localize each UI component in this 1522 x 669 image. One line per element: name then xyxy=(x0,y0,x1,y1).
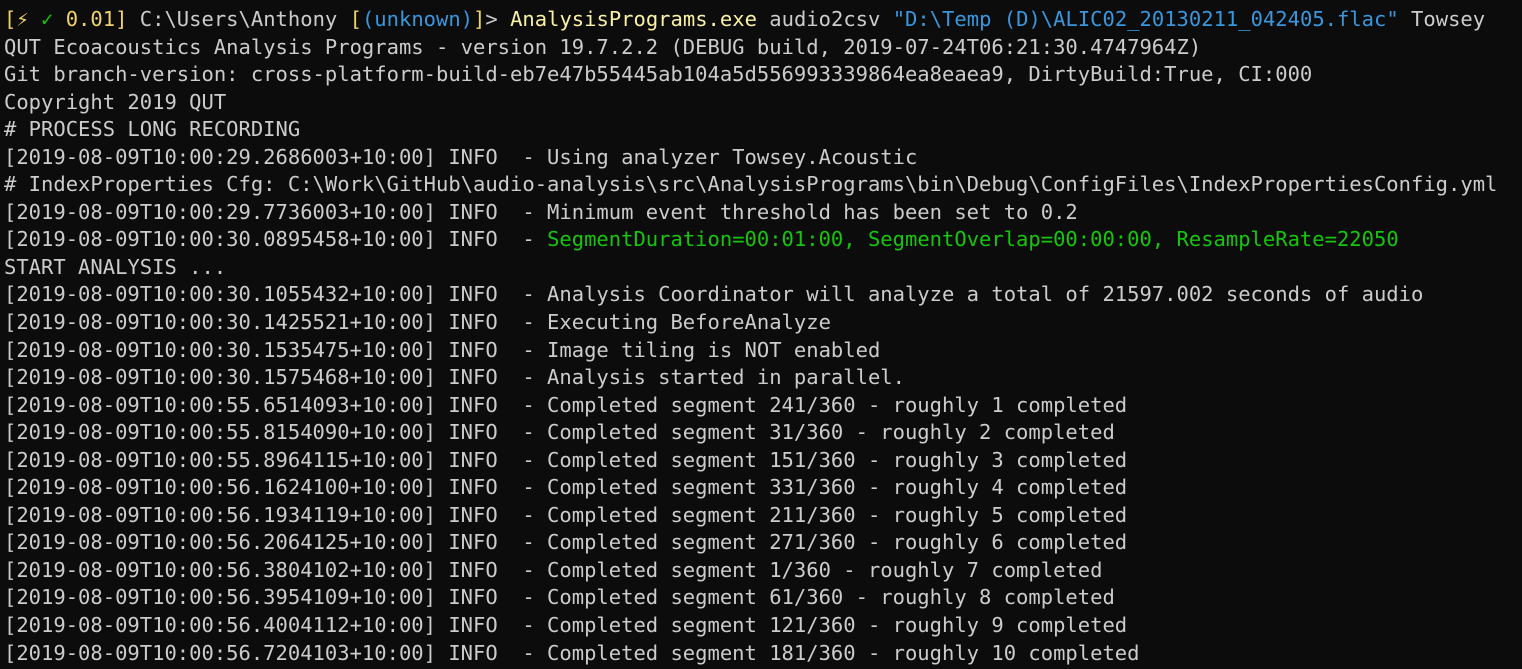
log-line: [2019-08-09T10:00:56.3804102+10:00] INFO… xyxy=(4,557,1103,582)
git-open-bracket: [ xyxy=(349,7,362,31)
prompt-duration: 0.01 xyxy=(65,7,116,31)
log-line: [2019-08-09T10:00:56.7204103+10:00] INFO… xyxy=(4,640,1140,665)
log-line: [2019-08-09T10:00:55.8964115+10:00] INFO… xyxy=(4,447,1128,472)
log-line: [2019-08-09T10:00:55.8154090+10:00] INFO… xyxy=(4,420,1115,445)
output-line: # PROCESS LONG RECORDING xyxy=(4,117,301,142)
log-line: [2019-08-09T10:00:56.1934119+10:00] INFO… xyxy=(4,502,1128,527)
command-args: audio2csv xyxy=(756,7,893,31)
output-line: QUT Ecoacoustics Analysis Programs - ver… xyxy=(4,34,1202,59)
command-args-trailing: Towsey xyxy=(1398,7,1486,31)
prompt-symbol: > xyxy=(485,7,511,31)
log-line: [2019-08-09T10:00:55.6514093+10:00] INFO… xyxy=(4,392,1128,417)
command-executable: AnalysisPrograms.exe xyxy=(510,7,757,31)
log-line: [2019-08-09T10:00:29.7736003+10:00] INFO… xyxy=(4,199,1078,224)
git-status: (unknown) xyxy=(361,7,474,31)
prompt-close-bracket: ] xyxy=(115,7,128,31)
log-line: [2019-08-09T10:00:30.1535475+10:00] INFO… xyxy=(4,337,881,362)
log-line: [2019-08-09T10:00:30.1055432+10:00] INFO… xyxy=(4,282,1424,307)
log-highlight: SegmentDuration=00:01:00, SegmentOverlap… xyxy=(547,227,1399,252)
check-icon: ✓ xyxy=(41,7,54,31)
log-line: [2019-08-09T10:00:29.2686003+10:00] INFO… xyxy=(4,144,918,169)
terminal-window[interactable]: [⚡ ✓ 0.01] C:\Users\Anthony [(unknown)]>… xyxy=(0,0,1522,669)
log-line: [2019-08-09T10:00:56.1624100+10:00] INFO… xyxy=(4,475,1128,500)
log-line: [2019-08-09T10:00:30.1425521+10:00] INFO… xyxy=(4,310,831,335)
prompt-line: [⚡ ✓ 0.01] C:\Users\Anthony [(unknown)]>… xyxy=(4,6,1522,34)
bolt-icon: ⚡ xyxy=(16,7,29,31)
log-line: [2019-08-09T10:00:56.3954109+10:00] INFO… xyxy=(4,585,1115,610)
output-line: START ANALYSIS ... xyxy=(4,254,227,279)
output-line: # IndexProperties Cfg: C:\Work\GitHub\au… xyxy=(4,172,1498,197)
log-line: [2019-08-09T10:00:56.2064125+10:00] INFO… xyxy=(4,530,1128,555)
output-line: Copyright 2019 QUT xyxy=(4,89,227,114)
command-quoted-arg: "D:\Temp (D)\ALIC02_20130211_042405.flac… xyxy=(892,7,1399,31)
log-line: [2019-08-09T10:00:30.1575468+10:00] INFO… xyxy=(4,365,905,390)
prompt-path: C:\Users\Anthony xyxy=(127,7,350,31)
git-close-bracket: ] xyxy=(473,7,486,31)
log-line-highlighted: [2019-08-09T10:00:30.0895458+10:00] INFO… xyxy=(4,226,1522,254)
output-line: Git branch-version: cross-platform-build… xyxy=(4,62,1313,87)
log-prefix: [2019-08-09T10:00:30.0895458+10:00] INFO… xyxy=(4,227,548,252)
prompt-open-bracket: [ xyxy=(4,7,17,31)
log-line: [2019-08-09T10:00:56.4004112+10:00] INFO… xyxy=(4,613,1128,638)
